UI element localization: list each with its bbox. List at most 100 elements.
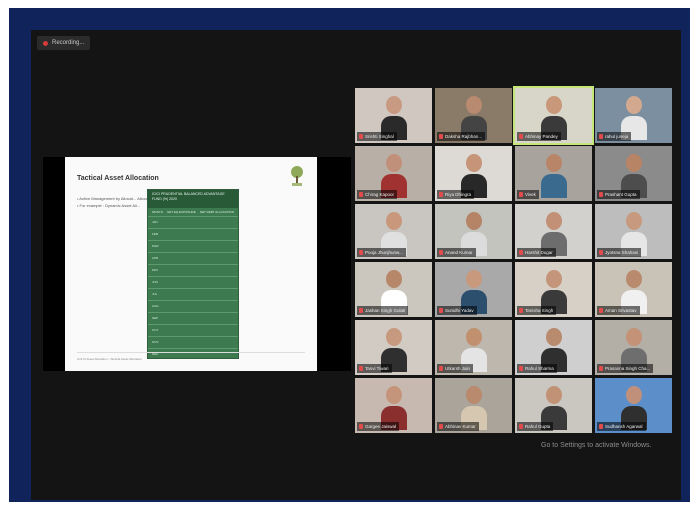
participant-tile[interactable]: Aman Srivastav [595, 262, 672, 317]
table-row: JUN [148, 276, 238, 288]
participant-tile[interactable]: Rahul Sharma [515, 320, 592, 375]
participant-tile[interactable]: Tanvi Tiwari [355, 320, 432, 375]
participant-name: Vivek [525, 192, 536, 197]
participant-name-bar: Jyotsna Shahani [597, 248, 642, 257]
participant-name-bar: Abhinav Kumar [437, 422, 479, 431]
participant-tile[interactable]: Pooja Jhunjhunw... [355, 204, 432, 259]
monitor-frame: Recording... Tactical Asset Allocation •… [9, 8, 690, 502]
participant-name: Anand Kumar [445, 250, 473, 255]
participant-tile[interactable]: Anand Kumar [435, 204, 512, 259]
table-row: FEB [148, 228, 238, 240]
slide-title: Tactical Asset Allocation [77, 175, 159, 182]
muted-mic-icon [439, 192, 443, 197]
muted-mic-icon [439, 250, 443, 255]
participant-name: Riya Dhingra [445, 192, 472, 197]
participant-name-bar: Rahul Sharma [517, 364, 557, 373]
muted-mic-icon [439, 424, 443, 429]
participant-name-bar: Aman Srivastav [597, 306, 640, 315]
participant-tile[interactable]: Jyotsna Shahani [595, 204, 672, 259]
participant-name: Sunidhi Yadav [445, 308, 474, 313]
participant-name: rahul juneja [605, 134, 629, 139]
participant-tile[interactable]: Gargee Jaiswal [355, 378, 432, 433]
participant-name-bar: Utkarsh Jain [437, 364, 474, 373]
participant-name-bar: Gargee Jaiswal [357, 422, 400, 431]
screen-share-view[interactable]: Tactical Asset Allocation • Active Manag… [43, 157, 351, 371]
table-row: JUL [148, 288, 238, 300]
participant-name-bar: Sunidhi Yadav [437, 306, 477, 315]
allocation-table: ICICI PRUDENTIAL BALANCED ADVANTAGE FUND… [147, 189, 239, 359]
muted-mic-icon [439, 366, 443, 371]
participant-tile[interactable]: Prasanna Singh Cha... [595, 320, 672, 375]
participant-name: Abhinay Pandey [525, 134, 558, 139]
table-cell: MAR [152, 244, 159, 248]
participant-tile[interactable]: rahul juneja [595, 88, 672, 143]
recording-indicator[interactable]: Recording... [37, 36, 91, 50]
participant-name-bar: Rahul Gupta [517, 422, 554, 431]
table-row: MAR [148, 240, 238, 252]
table-header-row: MONTH NET EQ EXPOSURE NET DEBT ALLOCATIO… [148, 208, 238, 216]
participant-tile[interactable]: Chirag Kapoor [355, 146, 432, 201]
participant-tile[interactable]: Abhinay Pandey [513, 86, 594, 145]
participant-tile[interactable]: Srishti Singhal [355, 88, 432, 143]
participant-name: Rahul Gupta [525, 424, 551, 429]
participant-gallery: Srishti Singhal Daksha Rajbhan... Abhinay … [355, 86, 679, 443]
table-row: APR [148, 252, 238, 264]
participant-tile[interactable]: Riya Dhingra [435, 146, 512, 201]
participant-name: Utkarsh Jain [445, 366, 471, 371]
participant-name-bar: rahul juneja [597, 132, 632, 141]
participant-name: Tanisha Singh [525, 308, 554, 313]
participant-name-bar: Chirag Kapoor [357, 190, 398, 199]
participant-name: Abhinav Kumar [445, 424, 476, 429]
participant-tile[interactable]: Daksha Rajbhan... [435, 88, 512, 143]
participant-name: Aman Srivastav [605, 308, 637, 313]
participant-name-bar: Sudhansh Agarwal [597, 422, 646, 431]
table-cell: FEB [152, 232, 158, 236]
participant-name-bar: Jashan Singh Gulati [357, 306, 409, 315]
participant-tile[interactable]: Tanisha Singh [515, 262, 592, 317]
table-cell: JUN [152, 280, 158, 284]
participant-name: Prashant Gupta [605, 192, 637, 197]
table-cell: MAY [152, 268, 159, 272]
table-cell: NOV [152, 340, 159, 344]
participant-tile[interactable]: Jashan Singh Gulati [355, 262, 432, 317]
participant-name: Rahul Sharma [525, 366, 554, 371]
slide-footer: Unit III Asset Allocation - Tactical Ass… [77, 357, 142, 361]
participant-name-bar: Srishti Singhal [357, 132, 397, 141]
participant-tile[interactable]: Prashant Gupta [595, 146, 672, 201]
table-cell: SEP [152, 316, 159, 320]
muted-mic-icon [519, 134, 523, 139]
participant-tile[interactable]: Utkarsh Jain [435, 320, 512, 375]
muted-mic-icon [599, 192, 603, 197]
participant-tile[interactable]: Vivek [515, 146, 592, 201]
participant-name: Pooja Jhunjhunw... [365, 250, 403, 255]
participant-name: Chirag Kapoor [365, 192, 395, 197]
muted-mic-icon [359, 250, 363, 255]
muted-mic-icon [359, 366, 363, 371]
participant-name-bar: Tanvi Tiwari [357, 364, 392, 373]
muted-mic-icon [599, 366, 603, 371]
zoom-window: Recording... Tactical Asset Allocation •… [31, 30, 681, 500]
muted-mic-icon [439, 308, 443, 313]
activate-windows-watermark: Go to Settings to activate Windows. [541, 442, 652, 449]
participant-tile[interactable]: Rahul Gupta [515, 378, 592, 433]
table-row: AUG [148, 300, 238, 312]
column-header: NET DEBT ALLOCATION [199, 210, 234, 214]
participant-name: Srishti Singhal [365, 134, 394, 139]
participant-name-bar: Riya Dhingra [437, 190, 475, 199]
participant-name-bar: Prashant Gupta [597, 190, 640, 199]
record-icon [43, 40, 48, 46]
participant-tile[interactable]: Sunidhi Yadav [435, 262, 512, 317]
participant-tile[interactable]: Sudhansh Agarwal [595, 378, 672, 433]
participant-tile[interactable]: Abhinav Kumar [435, 378, 512, 433]
muted-mic-icon [519, 308, 523, 313]
slide-divider [77, 352, 305, 353]
table-row: OCT [148, 324, 238, 336]
participant-name-bar: Vivek [517, 190, 539, 199]
participant-name: Prasanna Singh Cha... [605, 366, 651, 371]
table-title: ICICI PRUDENTIAL BALANCED ADVANTAGE FUND… [148, 190, 238, 208]
table-row: DEC [148, 348, 238, 360]
muted-mic-icon [359, 308, 363, 313]
muted-mic-icon [599, 250, 603, 255]
muted-mic-icon [359, 192, 363, 197]
participant-tile[interactable]: Harshit Dugar [515, 204, 592, 259]
